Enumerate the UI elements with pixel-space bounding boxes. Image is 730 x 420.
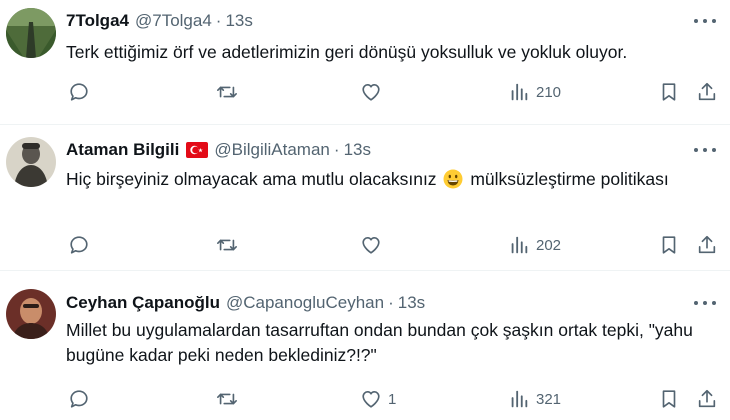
avatar-image: [6, 137, 56, 187]
reply-icon: [70, 390, 88, 408]
reply-icon: [70, 236, 88, 254]
avatar[interactable]: [6, 137, 56, 187]
tweet-actions: 202: [0, 233, 730, 257]
share-icon: [698, 235, 716, 254]
retweet-icon: [217, 239, 237, 251]
grinning-face-emoji: [443, 169, 463, 196]
author-handle[interactable]: @CapanogluCeyhan: [226, 293, 384, 313]
heart-icon: [362, 391, 380, 408]
avatar-image: [6, 289, 56, 339]
bookmark-icon: [662, 83, 676, 101]
share-icon: [698, 82, 716, 101]
tweet-2[interactable]: Ataman Bilgili @BilgiliAtaman · 13s Hiç …: [0, 125, 730, 269]
tweet-text: Terk ettiğimiz örf ve adetlerimizin geri…: [66, 40, 716, 65]
views-icon: [511, 236, 528, 254]
author-name[interactable]: Ataman Bilgili: [66, 140, 179, 160]
share-button[interactable]: [696, 233, 718, 257]
author-name[interactable]: 7Tolga4: [66, 11, 129, 31]
tweet-header: Ceyhan Çapanoğlu @CapanogluCeyhan · 13s: [66, 291, 425, 315]
bookmark-button[interactable]: [658, 233, 680, 257]
reply-button[interactable]: [68, 387, 96, 411]
turkey-flag-icon: [186, 142, 209, 158]
views-button[interactable]: 321: [508, 387, 561, 411]
more-icon[interactable]: [694, 16, 716, 26]
like-button[interactable]: 1: [360, 387, 396, 411]
reply-button[interactable]: [68, 80, 96, 104]
tweet-text: Hiç birşeyiniz olmayacak ama mutlu olaca…: [66, 167, 686, 196]
timestamp[interactable]: 13s: [398, 293, 425, 313]
separator-dot: ·: [215, 11, 222, 30]
share-button[interactable]: [696, 80, 718, 104]
share-button[interactable]: [696, 387, 718, 411]
views-count: 321: [536, 390, 562, 408]
bookmark-button[interactable]: [658, 80, 680, 104]
avatar[interactable]: [6, 8, 56, 58]
bookmark-icon: [662, 390, 676, 408]
tweet-header: Ataman Bilgili @BilgiliAtaman · 13s: [66, 138, 371, 162]
tweet-actions: 210: [0, 80, 730, 104]
reply-icon: [70, 83, 88, 101]
tweet-text-continuation: mülksüzleştirme politikası: [470, 169, 669, 189]
bookmark-icon: [662, 236, 676, 254]
views-icon: [511, 390, 528, 408]
retweet-button[interactable]: [216, 80, 244, 104]
views-button[interactable]: 210: [508, 80, 561, 104]
heart-icon: [362, 84, 380, 101]
avatar-image: [6, 8, 56, 58]
avatar[interactable]: [6, 289, 56, 339]
like-button[interactable]: [360, 80, 388, 104]
share-icon: [698, 389, 716, 408]
tweet-actions: 1 321: [0, 387, 730, 411]
retweet-icon: [217, 393, 237, 405]
heart-icon: [362, 237, 380, 254]
tweet-1[interactable]: 7Tolga4 @7Tolga4 · 13s Terk ettiğimiz ör…: [0, 0, 730, 124]
bookmark-button[interactable]: [658, 387, 680, 411]
tweet-text-content: Terk ettiğimiz örf ve adetlerimizin geri…: [66, 42, 628, 62]
separator-dot: ·: [388, 293, 394, 312]
views-button[interactable]: 202: [508, 233, 561, 257]
tweet-header: 7Tolga4 @7Tolga4 · 13s: [66, 9, 253, 33]
retweet-icon: [217, 86, 237, 98]
tweet-text-content: Millet bu uygulamalardan tasarruftan ond…: [66, 320, 693, 365]
views-icon: [511, 83, 528, 101]
views-count: 210: [536, 83, 562, 101]
author-handle[interactable]: @7Tolga4: [135, 11, 212, 31]
more-icon[interactable]: [694, 145, 716, 155]
separator-dot: ·: [333, 140, 340, 159]
like-count: 1: [388, 390, 397, 408]
reply-button[interactable]: [68, 233, 96, 257]
more-icon[interactable]: [694, 298, 716, 308]
author-handle[interactable]: @BilgiliAtaman: [214, 140, 330, 160]
retweet-button[interactable]: [216, 387, 244, 411]
timestamp[interactable]: 13s: [225, 11, 252, 31]
views-count: 202: [536, 236, 562, 254]
retweet-button[interactable]: [216, 233, 244, 257]
tweet-3[interactable]: Ceyhan Çapanoğlu @CapanogluCeyhan · 13s …: [0, 271, 730, 420]
like-button[interactable]: [360, 233, 388, 257]
timestamp[interactable]: 13s: [344, 140, 371, 160]
tweet-text: Millet bu uygulamalardan tasarruftan ond…: [66, 318, 716, 368]
author-name[interactable]: Ceyhan Çapanoğlu: [66, 293, 220, 313]
tweet-text-content: Hiç birşeyiniz olmayacak ama mutlu olaca…: [66, 169, 437, 189]
